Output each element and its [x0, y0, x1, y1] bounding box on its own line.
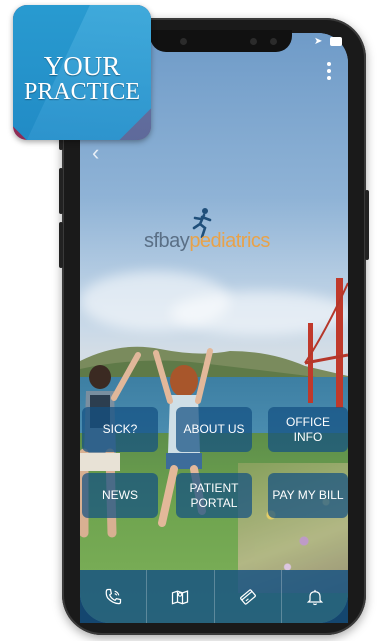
tile-pay-my-bill[interactable]: PAY MY BILL — [268, 473, 348, 518]
practice-logo: sfbaypediatrics — [142, 208, 292, 254]
tile-patient-portal[interactable]: PATIENT PORTAL — [176, 473, 252, 518]
kebab-menu-icon[interactable] — [326, 62, 332, 82]
tab-map[interactable] — [146, 570, 213, 623]
location-arrow-icon: ➤ — [314, 36, 323, 47]
front-camera — [180, 38, 187, 45]
battery-icon — [330, 37, 342, 46]
badge-line-1: YOUR — [43, 51, 121, 81]
tab-payment[interactable] — [213, 570, 281, 623]
tab-notifications[interactable] — [280, 570, 348, 623]
phone-icon — [105, 588, 122, 604]
tile-about-us[interactable]: ABOUT US — [176, 407, 252, 452]
chevron-left-icon[interactable]: ‹ — [92, 142, 99, 164]
tile-office-info[interactable]: OFFICE INFO — [268, 407, 348, 452]
front-sensor — [250, 38, 257, 45]
payment-card-icon — [239, 588, 256, 605]
logo-text: sfbaypediatrics — [144, 230, 270, 252]
bottom-tab-bar — [80, 570, 348, 623]
map-icon — [172, 589, 189, 605]
front-sensor — [270, 38, 277, 45]
phone-power-button — [365, 190, 369, 260]
phone-volume-up — [59, 168, 63, 214]
tile-news[interactable]: NEWS — [82, 473, 158, 518]
badge-line-2: PRACTICE — [23, 79, 140, 105]
tile-sick[interactable]: SICK? — [82, 407, 158, 452]
bell-icon — [306, 589, 324, 605]
your-practice-badge: YOUR PRACTICE — [13, 5, 151, 140]
phone-volume-down — [59, 222, 63, 268]
tab-phone[interactable] — [80, 570, 146, 623]
